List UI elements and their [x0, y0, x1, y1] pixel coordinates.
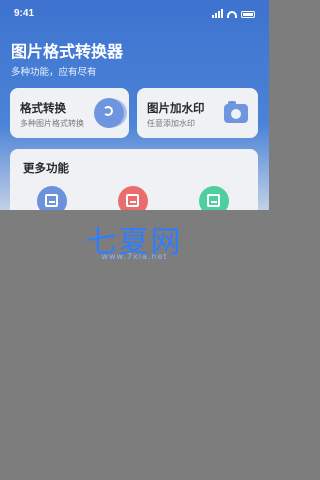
- format-convert-card[interactable]: 格式转换 多种图片格式转换: [10, 88, 129, 138]
- watermark-url: www.7xia.net: [101, 252, 168, 261]
- wifi-icon: [227, 11, 237, 18]
- watermark-card[interactable]: 图片加水印 任意添加水印: [137, 88, 258, 138]
- camera-icon: [224, 101, 248, 123]
- convert-icon: [94, 98, 124, 128]
- watermark-subtitle: 任意添加水印: [147, 119, 195, 128]
- system-icons: [212, 9, 255, 18]
- page-title: 图片格式转换器: [11, 42, 124, 61]
- battery-icon: [241, 11, 255, 18]
- format-convert-subtitle: 多种图片格式转换: [20, 119, 84, 128]
- document-icon: [207, 194, 220, 207]
- more-functions-title: 更多功能: [23, 161, 69, 175]
- page-subtitle: 多种功能，应有尽有: [11, 67, 97, 78]
- format-convert-title: 格式转换: [20, 101, 66, 115]
- image-icon: [45, 194, 58, 207]
- status-time: 9:41: [14, 8, 35, 19]
- status-bar: 9:41: [0, 0, 269, 22]
- signal-icon: [212, 9, 223, 18]
- watermark-title: 图片加水印: [147, 101, 205, 115]
- pdf-icon: [126, 194, 139, 207]
